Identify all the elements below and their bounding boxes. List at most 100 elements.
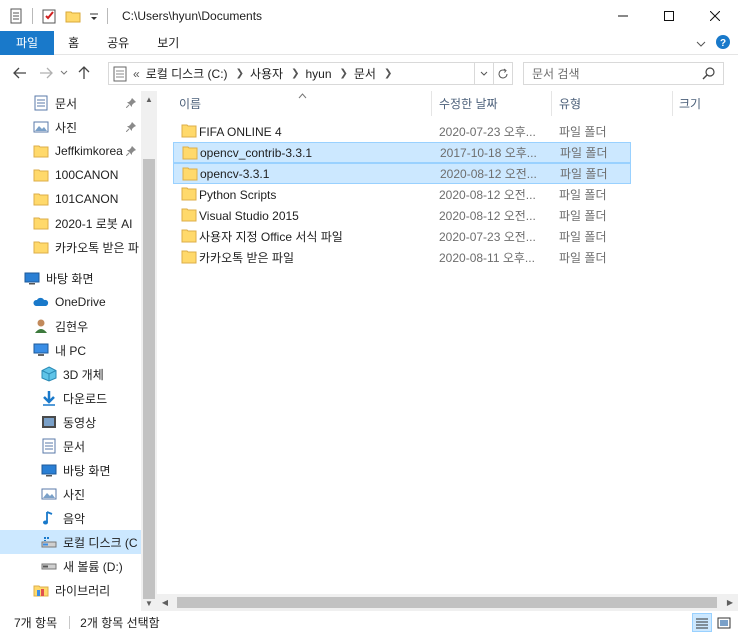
pin-icon[interactable] xyxy=(125,121,136,135)
close-button[interactable] xyxy=(692,0,738,31)
nav-item-desktop[interactable]: 바탕 화면 xyxy=(0,266,141,290)
column-divider[interactable] xyxy=(431,91,432,116)
search-input[interactable]: 문서 검색 xyxy=(532,65,580,82)
new-folder-icon[interactable] xyxy=(65,8,81,24)
nav-item-quick-documents[interactable]: 문서 xyxy=(0,91,141,115)
file-date: 2020-08-12 오전... xyxy=(440,167,537,181)
folder-icon xyxy=(33,143,49,159)
large-icons-view-button[interactable] xyxy=(714,613,734,632)
svg-text:?: ? xyxy=(720,38,726,49)
address-bar[interactable]: « 로컬 디스크 (C:) ❯ 사용자 ❯ hyun ❯ 문서 ❯ xyxy=(108,62,513,85)
tab-file[interactable]: 파일 xyxy=(0,30,55,55)
folder-icon xyxy=(182,167,198,181)
tab-view[interactable]: 보기 xyxy=(143,31,193,55)
recent-locations-button[interactable] xyxy=(57,62,71,84)
nav-item-onedrive[interactable]: OneDrive xyxy=(0,290,141,314)
checklist-icon[interactable] xyxy=(41,8,57,24)
search-icon[interactable] xyxy=(702,67,715,83)
details-view-button[interactable] xyxy=(692,613,712,632)
nav-item-label: Jeffkimkorea xyxy=(55,144,123,158)
customize-toolbar-icon[interactable] xyxy=(89,8,99,24)
scrollbar-thumb[interactable] xyxy=(143,159,155,599)
nav-pane-scrollbar[interactable]: ▲ ▼ xyxy=(141,91,157,611)
chevron-right-icon[interactable]: ❯ xyxy=(340,68,348,79)
nav-item-local-disk-c[interactable]: 로컬 디스크 (C xyxy=(0,530,141,554)
column-header-name[interactable]: 이름 xyxy=(179,91,201,116)
nav-item-user[interactable]: 김현우 xyxy=(0,314,141,338)
file-row-fifa-online-4[interactable]: FIFA ONLINE 4 2020-07-23 오후... 파일 폴더 xyxy=(173,121,631,142)
file-row-opencv[interactable]: opencv-3.3.1 2020-08-12 오전... 파일 폴더 xyxy=(173,163,631,184)
scroll-right-button[interactable]: ▶ xyxy=(722,594,738,611)
sort-ascending-icon xyxy=(298,88,307,102)
maximize-button[interactable] xyxy=(646,0,692,31)
nav-item-music[interactable]: 음악 xyxy=(0,506,141,530)
pin-icon[interactable] xyxy=(125,97,136,111)
column-header-modified[interactable]: 수정한 날짜 xyxy=(439,91,498,116)
nav-item-downloads[interactable]: 다운로드 xyxy=(0,386,141,410)
folder-icon xyxy=(33,167,49,183)
nav-item-libraries[interactable]: 라이브러리 xyxy=(0,578,141,602)
nav-item-quick-101canon[interactable]: 101CANON xyxy=(0,187,141,211)
breadcrumb-drive-c[interactable]: 로컬 디스크 (C:) xyxy=(146,65,228,82)
nav-item-quick-jeffkimkorea[interactable]: Jeffkimkorea xyxy=(0,139,141,163)
folder-icon xyxy=(181,124,197,138)
nav-item-quick-robot-ai[interactable]: 2020-1 로봇 AI xyxy=(0,211,141,235)
column-divider[interactable] xyxy=(672,91,673,116)
breadcrumb-users[interactable]: 사용자 xyxy=(250,65,283,82)
help-icon[interactable]: ? xyxy=(716,35,730,52)
nav-item-label: 동영상 xyxy=(63,415,97,430)
forward-button[interactable] xyxy=(35,62,57,84)
address-history-button[interactable] xyxy=(474,63,493,84)
nav-item-documents[interactable]: 문서 xyxy=(0,434,141,458)
nav-item-label: 내 PC xyxy=(55,343,87,358)
nav-item-label: 3D 개체 xyxy=(63,367,104,382)
chevron-down-icon xyxy=(480,71,488,76)
scroll-left-button[interactable]: ◀ xyxy=(157,594,173,611)
breadcrumb-overflow[interactable]: « xyxy=(133,67,140,81)
nav-item-this-pc[interactable]: 내 PC xyxy=(0,338,141,362)
nav-item-volume-d[interactable]: 새 볼륨 (D:) xyxy=(0,554,141,578)
refresh-button[interactable] xyxy=(493,63,512,84)
scroll-up-button[interactable]: ▲ xyxy=(141,91,157,107)
back-button[interactable] xyxy=(9,62,31,84)
file-row-office-templates[interactable]: 사용자 지정 Office 서식 파일 2020-07-23 오전... 파일 … xyxy=(173,226,631,247)
nav-item-label: 카카오톡 받은 파 xyxy=(55,240,139,255)
file-row-python-scripts[interactable]: Python Scripts 2020-08-12 오전... 파일 폴더 xyxy=(173,184,631,205)
view-switcher xyxy=(692,613,734,632)
column-divider[interactable] xyxy=(551,91,552,116)
nav-item-pictures[interactable]: 사진 xyxy=(0,482,141,506)
tab-share[interactable]: 공유 xyxy=(93,31,143,55)
refresh-icon xyxy=(498,68,508,78)
chevron-right-icon[interactable]: ❯ xyxy=(384,68,392,79)
breadcrumb-hyun[interactable]: hyun xyxy=(305,67,331,81)
nav-item-quick-kakaotalk[interactable]: 카카오톡 받은 파 xyxy=(0,235,141,259)
minimize-button[interactable] xyxy=(600,0,646,31)
file-row-kakaotalk[interactable]: 카카오톡 받은 파일 2020-08-11 오후... 파일 폴더 xyxy=(173,247,631,268)
nav-item-quick-100canon[interactable]: 100CANON xyxy=(0,163,141,187)
file-row-visual-studio-2015[interactable]: Visual Studio 2015 2020-08-12 오전... 파일 폴… xyxy=(173,205,631,226)
nav-item-3d-objects[interactable]: 3D 개체 xyxy=(0,362,141,386)
column-header-size[interactable]: 크기 xyxy=(679,91,701,116)
nav-item-videos[interactable]: 동영상 xyxy=(0,410,141,434)
nav-item-label: 새 볼륨 (D:) xyxy=(63,559,123,574)
up-button[interactable] xyxy=(73,62,95,84)
scroll-down-button[interactable]: ▼ xyxy=(141,595,157,611)
chevron-right-icon[interactable]: ❯ xyxy=(236,68,244,79)
nav-item-pc-desktop[interactable]: 바탕 화면 xyxy=(0,458,141,482)
pin-icon[interactable] xyxy=(125,145,136,159)
nav-item-quick-pictures[interactable]: 사진 xyxy=(0,115,141,139)
column-header-type[interactable]: 유형 xyxy=(559,91,581,116)
file-name: opencv_contrib-3.3.1 xyxy=(200,145,313,160)
document-icon xyxy=(41,438,57,454)
chevron-right-icon[interactable]: ❯ xyxy=(291,68,299,79)
properties-icon[interactable] xyxy=(8,8,24,24)
expand-ribbon-icon[interactable] xyxy=(696,37,706,51)
breadcrumb-documents[interactable]: 문서 xyxy=(354,65,376,82)
scrollbar-thumb[interactable] xyxy=(177,597,717,608)
nav-item-label: 101CANON xyxy=(55,192,119,206)
file-row-opencv-contrib[interactable]: opencv_contrib-3.3.1 2017-10-18 오후... 파일… xyxy=(173,142,631,163)
horizontal-scrollbar[interactable]: ◀ ▶ xyxy=(157,594,738,611)
search-box[interactable]: 문서 검색 xyxy=(523,62,724,85)
nav-item-label: 바탕 화면 xyxy=(63,463,111,478)
tab-home[interactable]: 홈 xyxy=(54,31,93,55)
